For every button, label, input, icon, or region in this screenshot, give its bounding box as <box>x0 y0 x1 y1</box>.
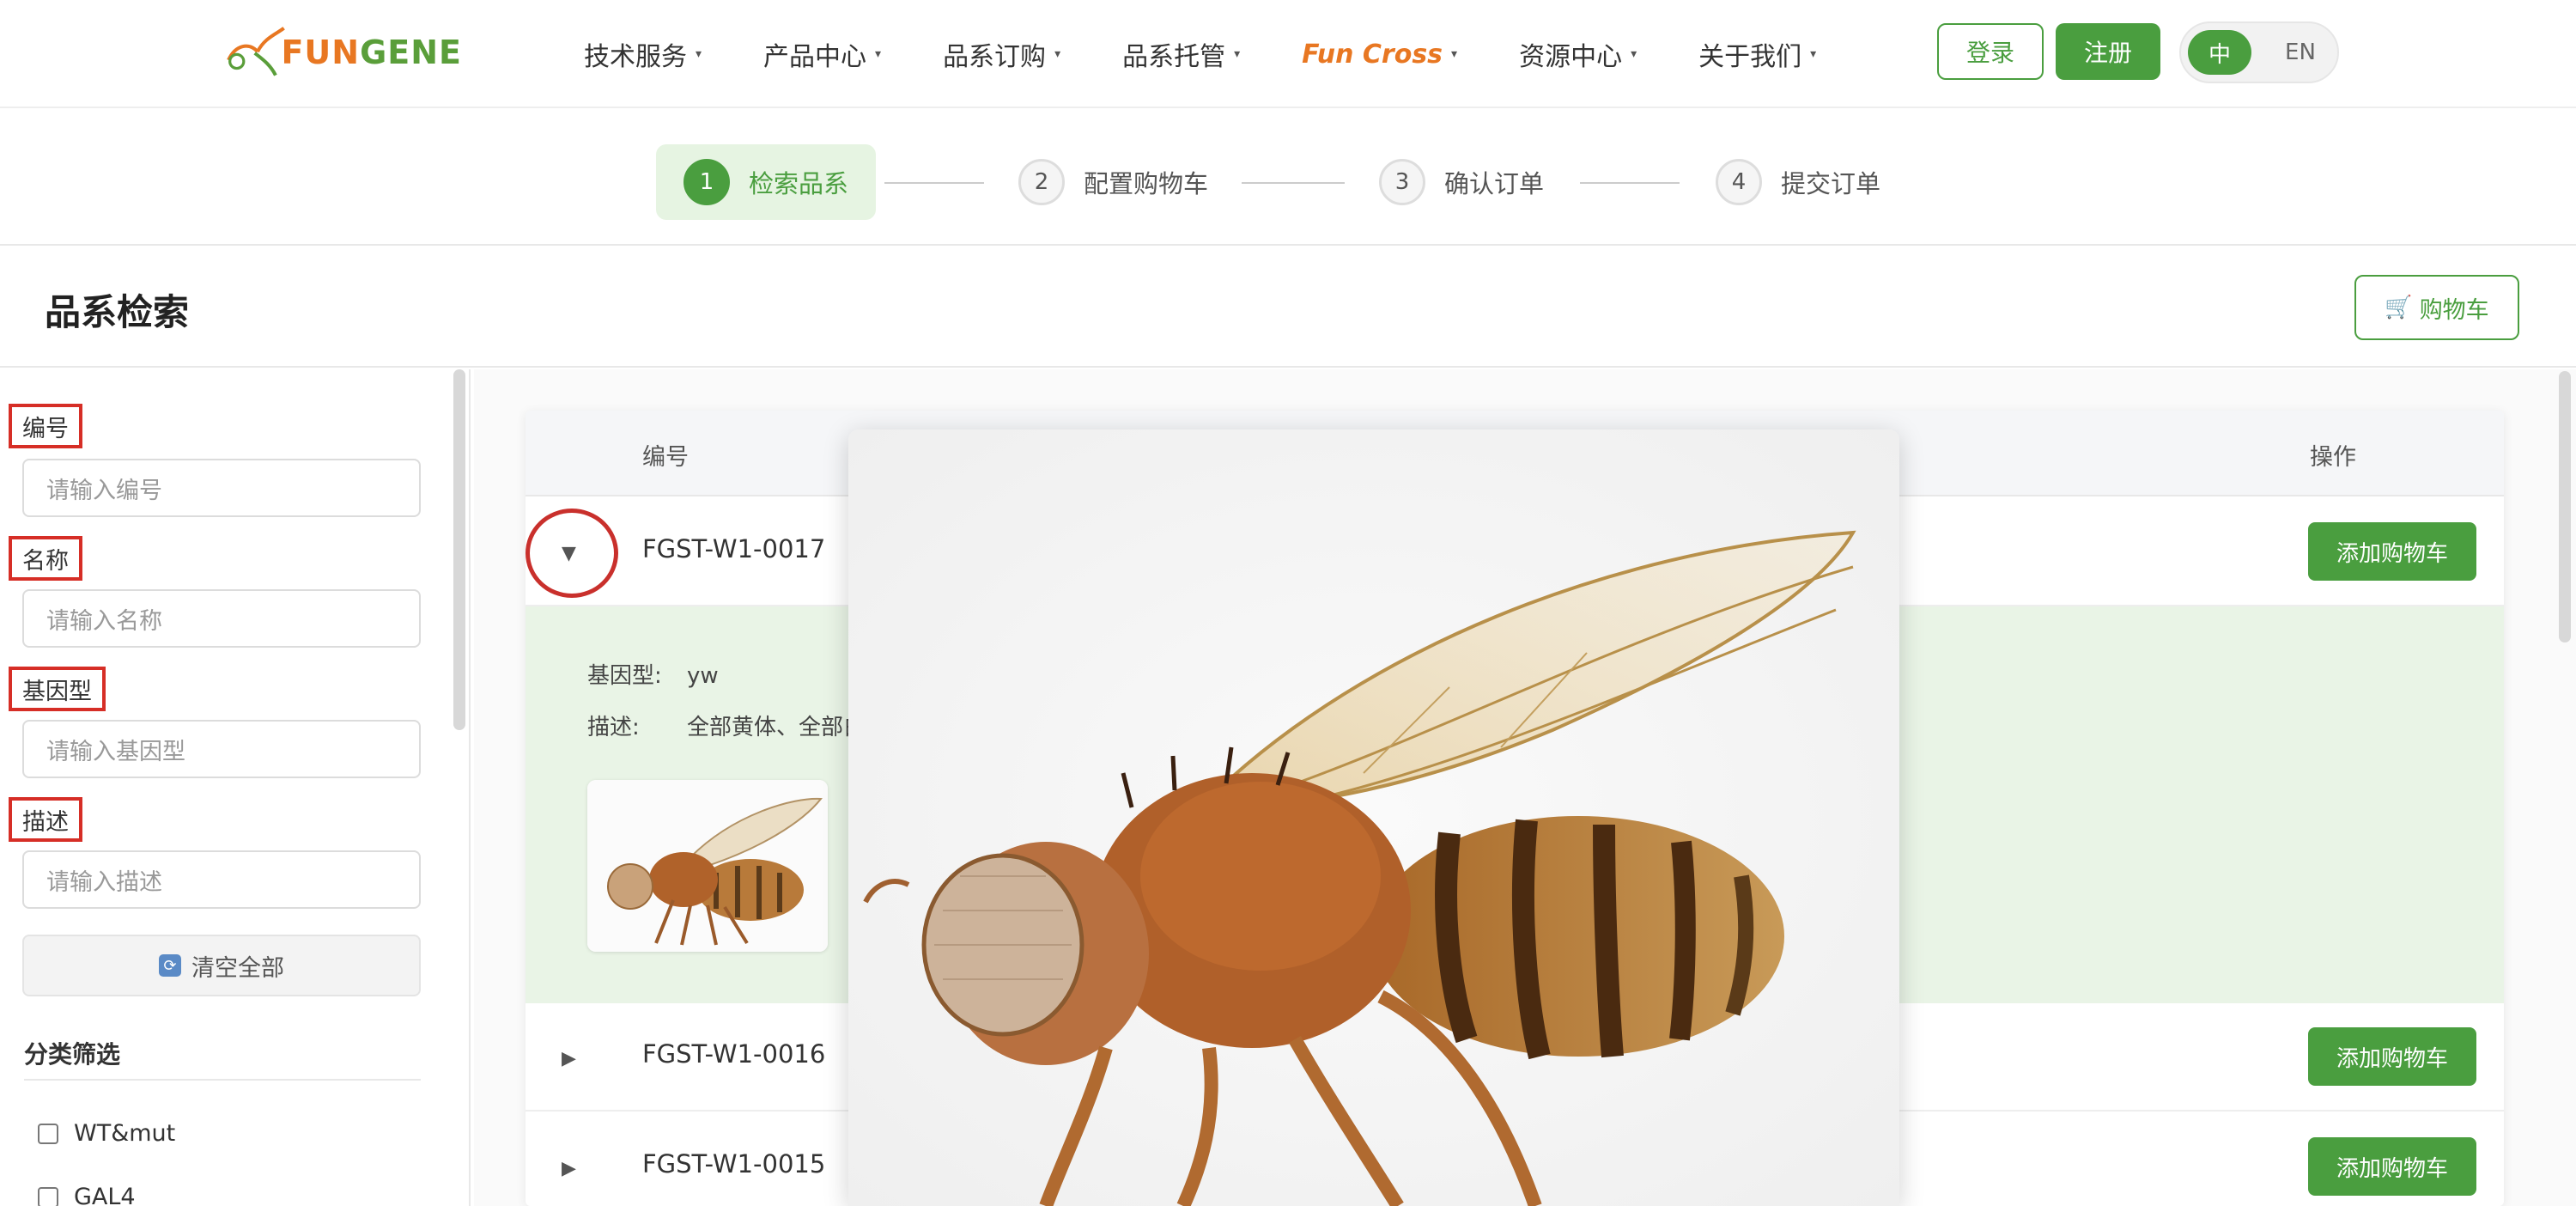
caret-down-icon: ▾ <box>1451 47 1458 61</box>
sidebar-scrollbar[interactable] <box>453 369 465 730</box>
page-title-bar: 品系检索 🛒 购物车 <box>0 247 2576 368</box>
clear-all-button[interactable]: ⟳ 清空全部 <box>22 935 421 996</box>
login-button[interactable]: 登录 <box>1937 23 2044 80</box>
step-number: 2 <box>1018 159 1065 205</box>
field-label-genotype: 基因型 <box>9 667 106 711</box>
description-key: 描述: <box>587 715 640 740</box>
nav-tech-service[interactable]: 技术服务 ▾ <box>584 35 702 73</box>
divider <box>24 1079 421 1081</box>
filter-label: WT&mut <box>74 1120 176 1147</box>
fly-logo-icon <box>227 27 285 76</box>
nav-resources[interactable]: 资源中心 ▾ <box>1519 35 1637 73</box>
logo-text: FUNGENE <box>281 34 462 71</box>
genotype-input[interactable]: 请输入基因型 <box>22 720 421 778</box>
genotype-key: 基因型: <box>587 663 662 689</box>
cart-button[interactable]: 🛒 购物车 <box>2354 275 2519 340</box>
column-header-code: 编号 <box>642 444 689 471</box>
fly-thumbnail-image <box>587 780 828 952</box>
code-input[interactable]: 请输入编号 <box>22 459 421 517</box>
nav-products[interactable]: 产品中心 ▾ <box>763 35 881 73</box>
genotype-row: 基因型: yw <box>587 658 719 690</box>
step-connector <box>1242 182 1345 184</box>
nav-fun-cross[interactable]: Fun Cross ▾ <box>1302 40 1457 70</box>
main-scrollbar[interactable] <box>2559 371 2571 643</box>
caret-down-icon: ▾ <box>1054 47 1061 61</box>
column-header-operation: 操作 <box>2310 444 2356 471</box>
strain-code: FGST-W1-0017 <box>642 534 826 563</box>
caret-down-icon: ▾ <box>1234 47 1241 61</box>
caret-down-icon: ▾ <box>1810 47 1817 61</box>
description-value: 全部黄体、全部白 <box>687 715 866 740</box>
genotype-value: yw <box>687 663 719 689</box>
language-toggle: 中 EN <box>2179 21 2339 83</box>
cart-icon: 🛒 <box>2385 295 2413 320</box>
step-label: 配置购物车 <box>1084 169 1209 198</box>
order-steps: 1 检索品系 2 配置购物车 3 确认订单 4 提交订单 <box>0 110 2576 246</box>
fly-preview-image <box>848 429 1899 1206</box>
add-to-cart-button[interactable]: 添加购物车 <box>2308 1137 2476 1196</box>
clear-all-label: 清空全部 <box>191 954 284 982</box>
caret-down-icon: ▾ <box>875 47 882 61</box>
search-sidebar: 编号 请输入编号 名称 请输入名称 基因型 请输入基因型 描述 请输入描述 ⟳ … <box>0 369 471 1206</box>
cart-label: 购物车 <box>2419 296 2489 324</box>
lang-zh-option[interactable]: 中 <box>2188 30 2251 75</box>
step-label: 确认订单 <box>1444 169 1545 198</box>
main-nav: 技术服务 ▾ 产品中心 ▾ 品系订购 ▾ 品系托管 ▾ Fun Cross ▾ 资源中心 ▾… <box>584 0 1878 108</box>
name-input[interactable]: 请输入名称 <box>22 589 421 648</box>
caret-down-icon: ▾ <box>696 47 702 61</box>
step-label: 提交订单 <box>1781 169 1881 198</box>
step-number: 3 <box>1379 159 1425 205</box>
image-preview-popup[interactable] <box>848 429 1899 1206</box>
strain-code: FGST-W1-0015 <box>642 1149 826 1179</box>
filter-wt-mut[interactable]: WT&mut <box>38 1120 175 1147</box>
field-label-code: 编号 <box>9 404 82 448</box>
description-input[interactable]: 请输入描述 <box>22 850 421 909</box>
lang-en-option[interactable]: EN <box>2270 30 2330 75</box>
fungene-logo[interactable]: FUNGENE <box>222 17 462 88</box>
step-number: 1 <box>683 159 730 205</box>
caret-down-icon: ▾ <box>1631 47 1637 61</box>
field-label-name: 名称 <box>9 536 82 581</box>
nav-strain-hosting[interactable]: 品系托管 ▾ <box>1122 35 1240 73</box>
step-submit-order: 4 提交订单 <box>1716 144 1880 220</box>
field-label-description: 描述 <box>9 797 82 842</box>
step-number: 4 <box>1716 159 1762 205</box>
step-confirm-order: 3 确认订单 <box>1379 144 1544 220</box>
register-button[interactable]: 注册 <box>2056 23 2160 80</box>
filter-gal4[interactable]: GAL4 <box>38 1184 136 1206</box>
add-to-cart-button[interactable]: 添加购物车 <box>2308 1027 2476 1086</box>
strain-thumbnail[interactable] <box>587 780 828 952</box>
add-to-cart-button[interactable]: 添加购物车 <box>2308 522 2476 581</box>
checkbox[interactable] <box>38 1123 58 1144</box>
expand-toggle-icon[interactable]: ▶ <box>562 1048 576 1069</box>
page-title: 品系检索 <box>45 291 190 333</box>
nav-about[interactable]: 关于我们 ▾ <box>1698 35 1816 73</box>
step-connector <box>1580 182 1680 184</box>
step-label: 检索品系 <box>749 169 849 198</box>
step-configure-cart: 2 配置购物车 <box>1018 144 1208 220</box>
refresh-icon: ⟳ <box>159 954 181 977</box>
description-row: 描述: 全部黄体、全部白 <box>587 710 866 741</box>
strain-code: FGST-W1-0016 <box>642 1039 826 1069</box>
nav-strain-order[interactable]: 品系订购 ▾ <box>943 35 1060 73</box>
top-header: FUNGENE 技术服务 ▾ 产品中心 ▾ 品系订购 ▾ 品系托管 ▾ Fun Cros… <box>0 0 2576 108</box>
expand-toggle-icon[interactable]: ▶ <box>562 1158 576 1179</box>
checkbox[interactable] <box>38 1186 58 1206</box>
filter-label: GAL4 <box>74 1184 136 1206</box>
step-search-strain: 1 检索品系 <box>656 144 877 220</box>
step-connector <box>884 182 984 184</box>
category-filter-title: 分类筛选 <box>24 1040 121 1069</box>
highlight-circle <box>526 509 618 598</box>
